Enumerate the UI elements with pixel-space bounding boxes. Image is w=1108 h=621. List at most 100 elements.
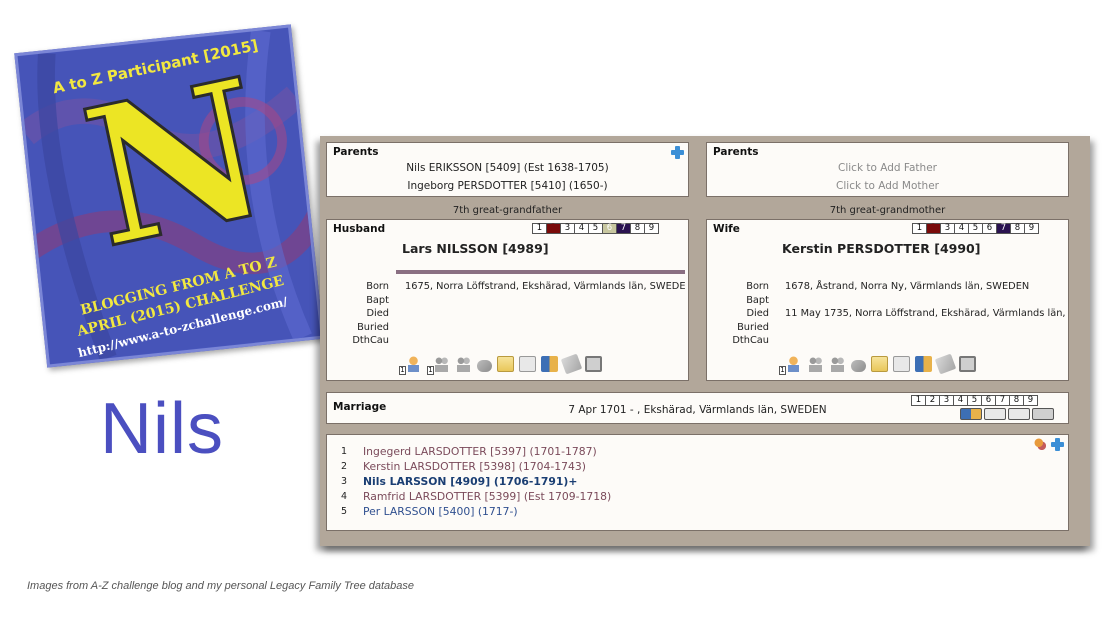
map-icon[interactable] [560, 353, 583, 375]
family-icon[interactable]: 1 [427, 356, 450, 375]
talk-icon[interactable] [477, 360, 492, 372]
wife-name[interactable]: Kerstin PERSDOTTER [4990] [782, 241, 980, 256]
death-cause-label: DthCau [732, 335, 769, 346]
tag-4[interactable]: 4 [953, 395, 968, 406]
tag-5[interactable]: 5 [968, 223, 983, 234]
mother-name[interactable]: Ingeborg PERSDOTTER [5410] (1650-) [327, 180, 688, 192]
death-cause-value[interactable] [405, 334, 685, 348]
associations-icon[interactable] [455, 356, 472, 372]
died-value[interactable] [405, 307, 685, 321]
tag-4[interactable]: 4 [954, 223, 969, 234]
child-number: 5 [341, 506, 348, 517]
child-row[interactable]: 2 Kerstin LARSDOTTER [5398] (1704-1743) [341, 460, 611, 475]
tag-3[interactable]: 3 [560, 223, 575, 234]
notes-icon[interactable] [871, 356, 888, 372]
buried-value[interactable] [405, 321, 685, 335]
death-cause-label: DthCau [352, 335, 389, 346]
child-name[interactable]: Per LARSSON [5400] (1717-) [363, 505, 518, 520]
picture-icon[interactable] [959, 356, 976, 372]
map-icon[interactable] [934, 353, 957, 375]
husband-name[interactable]: Lars NILSSON [4989] [402, 241, 549, 256]
child-name[interactable]: Nils LARSSON [4909] (1706-1791)+ [363, 475, 577, 490]
tag-3[interactable]: 3 [939, 395, 954, 406]
bapt-value[interactable] [785, 294, 1067, 308]
book-icon[interactable] [915, 356, 932, 372]
talk-icon[interactable] [851, 360, 866, 372]
tag-7[interactable]: 7 [995, 395, 1010, 406]
children-box[interactable]: 1 Ingegerd LARSDOTTER [5397] (1701-1787)… [326, 434, 1069, 531]
child-name[interactable]: Kerstin LARSDOTTER [5398] (1704-1743) [363, 460, 586, 475]
book-icon[interactable] [541, 356, 558, 372]
tag-5[interactable]: 5 [967, 395, 982, 406]
marriage-box[interactable]: Marriage 7 Apr 1701 - , Ekshärad, Värmla… [326, 392, 1069, 424]
husband-event-values: 1675, Norra Löffstrand, Ekshärad, Värmla… [405, 280, 685, 348]
husband-icon-toolbar: 1 1 [399, 353, 602, 375]
tag-2[interactable]: 2 [925, 395, 940, 406]
tag-1[interactable]: 1 [911, 395, 926, 406]
born-value[interactable]: 1675, Norra Löffstrand, Ekshärad, Värmla… [405, 280, 685, 294]
wife-box[interactable]: Wife 1 2 3 4 5 6 7 8 9 Kerstin PERSDOTTE… [706, 219, 1069, 381]
associations-icon[interactable] [829, 356, 846, 372]
tag-1[interactable]: 1 [912, 223, 927, 234]
tag-2[interactable]: 2 [926, 223, 941, 234]
book-icon[interactable] [960, 408, 982, 420]
child-number: 1 [341, 446, 348, 457]
add-parents-plus-icon[interactable] [671, 146, 684, 159]
tag-6[interactable]: 6 [981, 395, 996, 406]
individual-icon[interactable]: 1 [779, 356, 802, 375]
child-row[interactable]: 1 Ingegerd LARSDOTTER [5397] (1701-1787) [341, 445, 611, 460]
child-row[interactable]: 5 Per LARSSON [5400] (1717-) [341, 505, 611, 520]
husband-color-tag-bar: 1 2 3 4 5 6 7 8 9 [532, 223, 659, 234]
sources-icon[interactable] [984, 408, 1006, 420]
buried-value[interactable] [785, 321, 1067, 335]
tag-7[interactable]: 7 [616, 223, 631, 234]
add-father-link[interactable]: Click to Add Father [707, 162, 1068, 174]
born-label: Born [366, 281, 389, 292]
wife-relationship: 7th great-grandmother [829, 205, 946, 216]
picture-icon[interactable] [585, 356, 602, 372]
tag-6[interactable]: 6 [602, 223, 617, 234]
born-label: Born [746, 281, 769, 292]
tag-7[interactable]: 7 [996, 223, 1011, 234]
sources-icon[interactable] [893, 356, 910, 372]
bapt-value[interactable] [405, 294, 685, 308]
husband-parents-box[interactable]: Parents Nils ERIKSSON [5409] (Est 1638-1… [326, 142, 689, 197]
tag-3[interactable]: 3 [940, 223, 955, 234]
notes-icon[interactable] [497, 356, 514, 372]
father-name[interactable]: Nils ERIKSSON [5409] (Est 1638-1705) [327, 162, 688, 174]
buried-label: Buried [737, 321, 769, 333]
death-cause-value[interactable] [785, 334, 1067, 348]
family-icon[interactable] [807, 356, 824, 372]
child-name[interactable]: Ingegerd LARSDOTTER [5397] (1701-1787) [363, 445, 597, 460]
tag-4[interactable]: 4 [574, 223, 589, 234]
husband-box[interactable]: Husband 1 2 3 4 5 6 7 8 9 Lars NILSSON [… [326, 219, 689, 381]
child-row[interactable]: 3 Nils LARSSON [4909] (1706-1791)+ [341, 475, 611, 490]
individual-icon[interactable]: 1 [399, 356, 422, 375]
image-caption: Images from A-Z challenge blog and my pe… [27, 580, 415, 592]
child-name[interactable]: Ramfrid LARSDOTTER [5399] (Est 1709-1718… [363, 490, 611, 505]
tag-1[interactable]: 1 [532, 223, 547, 234]
tag-5[interactable]: 5 [588, 223, 603, 234]
tag-8[interactable]: 8 [630, 223, 645, 234]
tag-9[interactable]: 9 [644, 223, 659, 234]
tag-8[interactable]: 8 [1009, 395, 1024, 406]
add-mother-link[interactable]: Click to Add Mother [707, 180, 1068, 192]
tag-9[interactable]: 9 [1024, 223, 1039, 234]
child-sort-icon[interactable] [1034, 438, 1046, 450]
child-number: 4 [341, 491, 348, 502]
wife-parents-box[interactable]: Parents Click to Add Father Click to Add… [706, 142, 1069, 197]
tag-6[interactable]: 6 [982, 223, 997, 234]
tag-9[interactable]: 9 [1023, 395, 1038, 406]
sources-icon[interactable] [519, 356, 536, 372]
add-child-plus-icon[interactable] [1051, 438, 1064, 451]
parents-title: Parents [333, 146, 379, 158]
a-to-z-badge: A to Z Participant [2015] N BLOGGING FRO… [14, 24, 324, 368]
bapt-label: Bapt [746, 294, 769, 306]
picture-icon[interactable] [1032, 408, 1054, 420]
tag-2[interactable]: 2 [546, 223, 561, 234]
born-value[interactable]: 1678, Åstrand, Norra Ny, Värmlands län, … [785, 280, 1067, 294]
tag-8[interactable]: 8 [1010, 223, 1025, 234]
died-value[interactable]: 11 May 1735, Norra Löffstrand, Ekshärad,… [785, 307, 1067, 321]
notes-icon[interactable] [1008, 408, 1030, 420]
child-row[interactable]: 4 Ramfrid LARSDOTTER [5399] (Est 1709-17… [341, 490, 611, 505]
